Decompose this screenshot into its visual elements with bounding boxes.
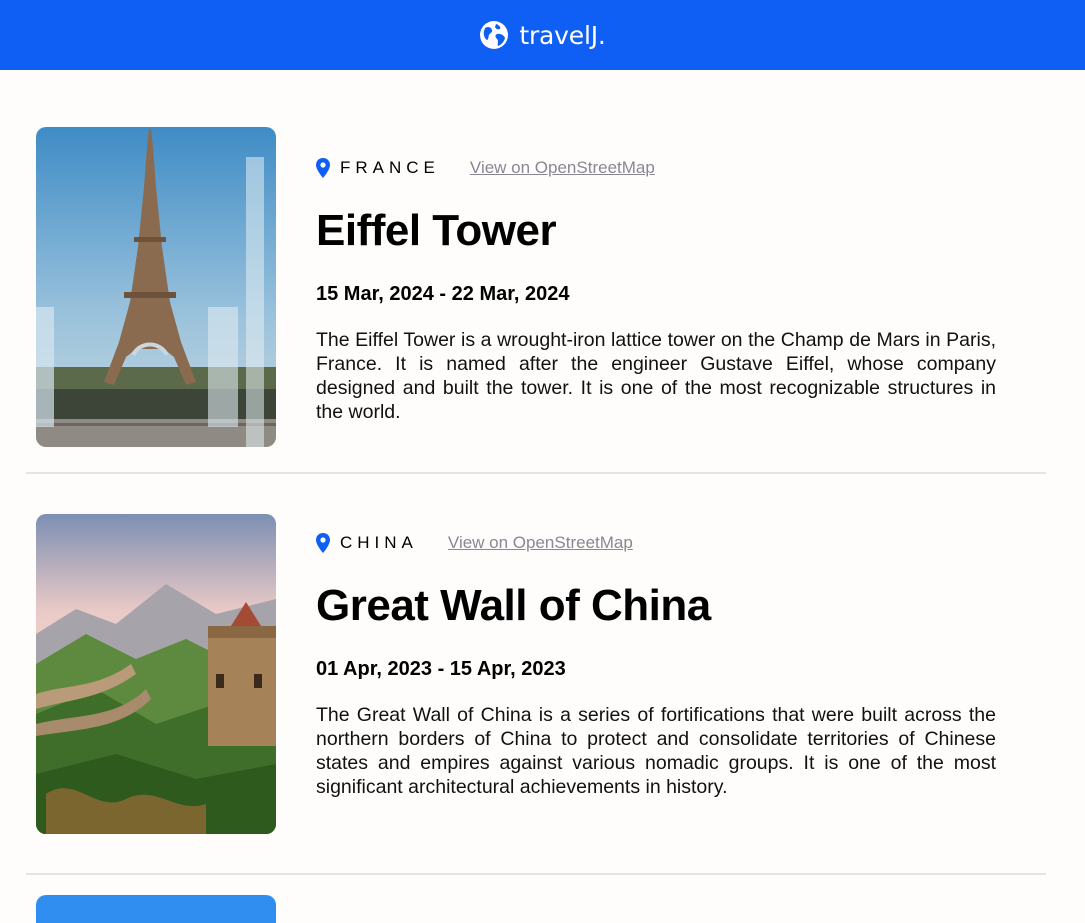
location-row: CHINA View on OpenStreetMap: [316, 532, 996, 554]
eiffel-tower-photo: [36, 127, 276, 447]
destination-info: CHINA View on OpenStreetMap Great Wall o…: [316, 532, 996, 799]
divider: [26, 873, 1046, 875]
openstreetmap-link[interactable]: View on OpenStreetMap: [448, 533, 633, 553]
destination-info: FRANCE View on OpenStreetMap Eiffel Towe…: [316, 157, 996, 424]
destination-card: FRANCE View on OpenStreetMap Eiffel Towe…: [36, 127, 1046, 447]
destination-photo: [36, 895, 276, 923]
brand-logo-text[interactable]: travelJ.: [519, 21, 605, 50]
globe-icon: [480, 21, 509, 49]
trip-dates: 15 Mar, 2024 - 22 Mar, 2024: [316, 283, 570, 306]
country-label: CHINA: [340, 533, 418, 552]
destination-description: The Eiffel Tower is a wrought-iron latti…: [316, 329, 996, 424]
trip-dates: 01 Apr, 2023 - 15 Apr, 2023: [316, 658, 566, 681]
map-pin-icon: [316, 533, 330, 553]
divider: [26, 472, 1046, 474]
great-wall-photo: [36, 514, 276, 834]
destination-card: CHINA View on OpenStreetMap Great Wall o…: [36, 514, 1046, 834]
country-label: FRANCE: [340, 158, 440, 177]
openstreetmap-link[interactable]: View on OpenStreetMap: [470, 158, 655, 178]
location-row: FRANCE View on OpenStreetMap: [316, 157, 996, 179]
destination-title: Great Wall of China: [316, 581, 711, 630]
app-header: travelJ.: [0, 0, 1085, 70]
destination-title: Eiffel Tower: [316, 206, 557, 255]
destination-description: The Great Wall of China is a series of f…: [316, 704, 996, 799]
map-pin-icon: [316, 158, 330, 178]
